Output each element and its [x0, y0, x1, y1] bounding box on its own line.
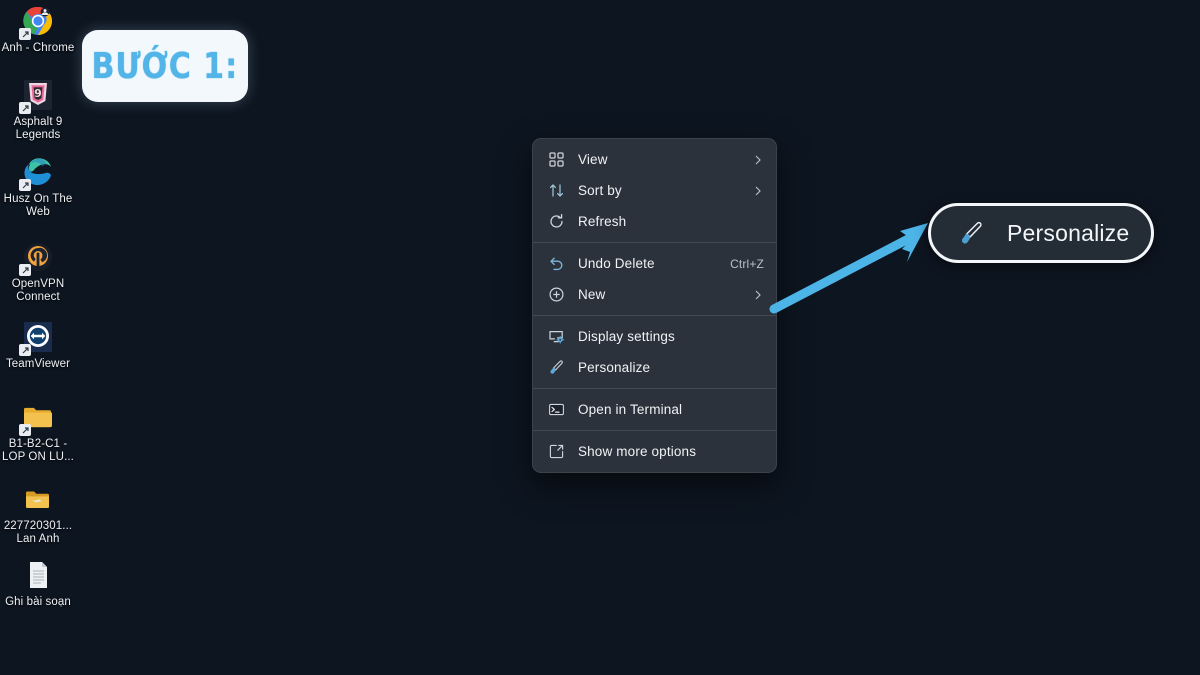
context-menu-item-new[interactable]: New: [537, 279, 772, 310]
context-menu-separator: [533, 430, 776, 431]
context-menu-separator: [533, 388, 776, 389]
desktop-context-menu[interactable]: View Sort by Refresh Undo Delete Ctrl+Z …: [532, 138, 777, 473]
show-more-options-icon: [547, 442, 566, 461]
svg-text:9: 9: [34, 87, 42, 100]
chevron-right-icon: [752, 185, 764, 197]
chevron-right-icon: [752, 154, 764, 166]
shortcut-arrow-badge: [19, 424, 31, 436]
folder-icon: [19, 400, 55, 436]
personalize-callout-label: Personalize: [1007, 219, 1130, 246]
context-menu-item-label: Show more options: [578, 444, 697, 459]
shield-9-icon: 9: [19, 78, 55, 114]
desktop-background[interactable]: Anh - Chrome 9 Asphalt 9 Legends Husz On…: [0, 0, 1200, 675]
shortcut-arrow-badge: [19, 179, 31, 191]
undo-icon: [547, 254, 566, 273]
context-menu-item-label: New: [578, 287, 606, 302]
context-menu-item-personalize[interactable]: Personalize: [537, 352, 772, 383]
teamviewer-icon: [19, 320, 55, 356]
context-menu-separator: [533, 315, 776, 316]
context-menu-item-sort-by[interactable]: Sort by: [537, 175, 772, 206]
context-menu-item-label: Open in Terminal: [578, 402, 683, 417]
annotation-arrow: [769, 223, 928, 314]
desktop-icon-file-ghibaisoan[interactable]: Ghi bài soạn: [0, 558, 76, 609]
grid-view-icon: [547, 150, 566, 169]
paintbrush-icon: [547, 358, 566, 377]
desktop-icon-label: Husz On The Web: [3, 193, 73, 218]
desktop-icon-edge-shortcut[interactable]: Husz On The Web: [0, 155, 76, 219]
shortcut-arrow-badge: [19, 264, 31, 276]
openvpn-icon: [19, 240, 55, 276]
desktop-icon-folder-b1b2c1[interactable]: B1-B2-C1 - LOP ON LU...: [0, 400, 76, 464]
desktop-icon-asphalt9-shortcut[interactable]: 9 Asphalt 9 Legends: [0, 78, 76, 142]
shortcut-arrow-badge: [19, 344, 31, 356]
context-menu-item-open-in-terminal[interactable]: Open in Terminal: [537, 394, 772, 425]
desktop-icon-label: TeamViewer: [5, 358, 71, 370]
desktop-icon-chrome-shortcut[interactable]: Anh - Chrome: [0, 4, 76, 55]
step-badge-label: BƯỚC 1:: [91, 45, 239, 87]
context-menu-item-label: Personalize: [578, 360, 651, 375]
edge-icon: [19, 155, 55, 191]
context-menu-item-label: View: [578, 152, 608, 167]
desktop-icon-label: B1-B2-C1 - LOP ON LU...: [2, 438, 74, 463]
shortcut-arrow-badge: [19, 102, 31, 114]
context-menu-item-view[interactable]: View: [537, 144, 772, 175]
plus-circle-icon: [547, 285, 566, 304]
folder-open-icon: [21, 482, 55, 516]
context-menu-item-label: Display settings: [578, 329, 675, 344]
desktop-icon-label: Anh - Chrome: [1, 42, 75, 54]
sort-arrows-icon: [547, 181, 566, 200]
desktop-icon-folder-lananh[interactable]: 227720301... Lan Anh: [0, 482, 76, 546]
refresh-icon: [547, 212, 566, 231]
terminal-icon: [547, 400, 566, 419]
step-badge: BƯỚC 1:: [82, 30, 248, 102]
context-menu-item-refresh[interactable]: Refresh: [537, 206, 772, 237]
document-icon: [21, 558, 55, 592]
personalize-callout: Personalize: [928, 203, 1154, 263]
desktop-icon-teamviewer-shortcut[interactable]: TeamViewer: [0, 320, 76, 371]
context-menu-item-shortcut: Ctrl+Z: [730, 256, 764, 271]
context-menu-item-show-more-options[interactable]: Show more options: [537, 436, 772, 467]
shortcut-arrow-badge: [19, 28, 31, 40]
desktop-icon-label: 227720301... Lan Anh: [3, 520, 73, 545]
context-menu-item-display-settings[interactable]: Display settings: [537, 321, 772, 352]
desktop-icon-openvpn-shortcut[interactable]: OpenVPN Connect: [0, 240, 76, 304]
paintbrush-icon: [957, 219, 985, 247]
context-menu-item-label: Undo Delete: [578, 256, 655, 271]
monitor-gear-icon: [547, 327, 566, 346]
context-menu-item-label: Sort by: [578, 183, 622, 198]
context-menu-item-label: Refresh: [578, 214, 627, 229]
desktop-icon-label: Asphalt 9 Legends: [13, 116, 63, 141]
context-menu-item-undo-delete[interactable]: Undo Delete Ctrl+Z: [537, 248, 772, 279]
chevron-right-icon: [752, 289, 764, 301]
chrome-icon: [19, 4, 55, 40]
desktop-icon-label: Ghi bài soạn: [5, 596, 71, 608]
desktop-icon-label: OpenVPN Connect: [11, 278, 65, 303]
context-menu-separator: [533, 242, 776, 243]
